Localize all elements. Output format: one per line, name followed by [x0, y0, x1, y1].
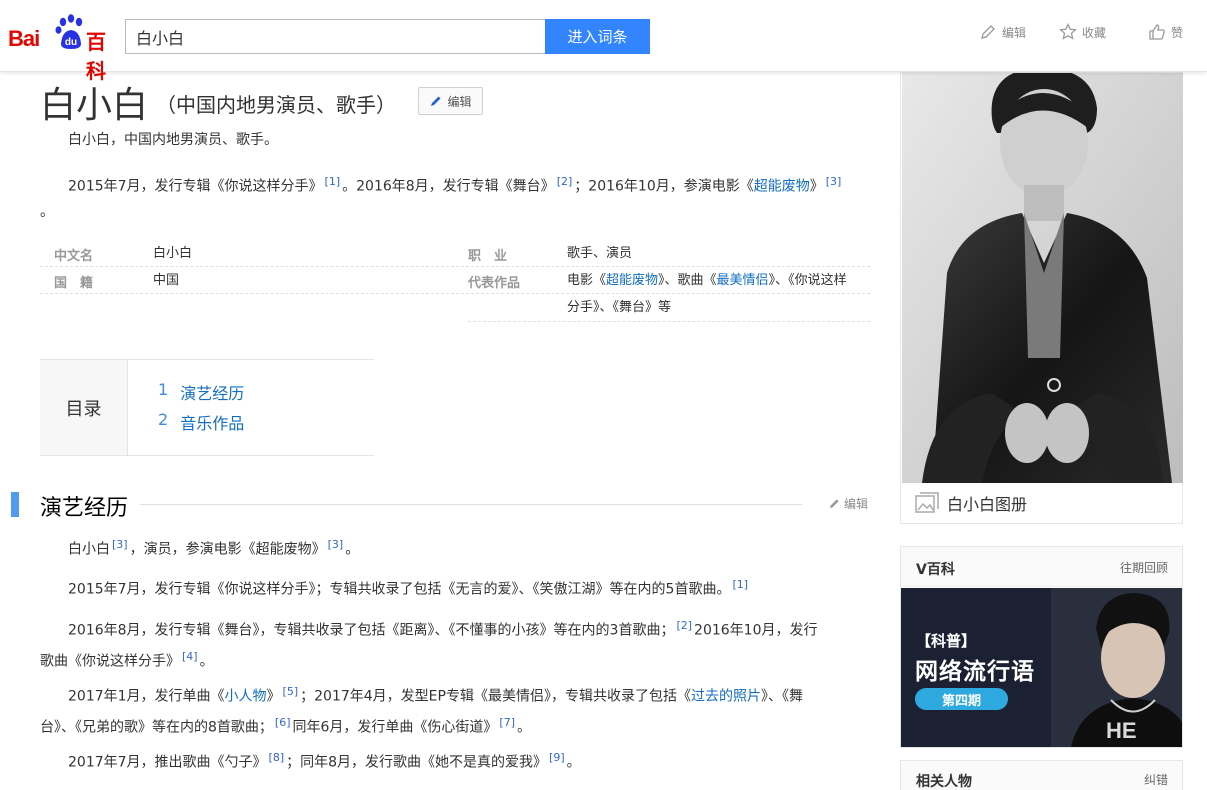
info-key-works: 代表作品	[468, 276, 521, 291]
summary-text: 。	[40, 203, 54, 220]
logo-bai-text: Bai	[8, 26, 40, 51]
title-edit-label: 编辑	[447, 94, 472, 109]
reference-link[interactable]: [1]	[732, 578, 748, 591]
edit-action-label: 编辑	[1002, 25, 1027, 40]
logo-baike-text: 百科	[86, 30, 106, 83]
like-action[interactable]: 赞	[1148, 20, 1183, 44]
thumbs-up-icon	[1149, 24, 1165, 40]
summary-picture-card[interactable]: 白小白图册	[900, 72, 1183, 524]
section-paragraph: 2016年8月，发行专辑《舞台》，专辑共收录了包括《距离》、《不懂事的小孩》等在…	[40, 619, 818, 670]
top-bar: Bai du 百科 进入词条 编辑 收藏 赞	[0, 0, 1207, 83]
reference-link[interactable]: [6]	[275, 716, 291, 729]
photo-album-icon	[915, 492, 939, 513]
vbaike-banner[interactable]: HE 【科普】 网络流行语 第四期	[901, 588, 1182, 747]
pencil-icon	[431, 96, 441, 106]
info-value-nationality: 中国	[153, 273, 180, 288]
info-row-works: 代表作品 电影《超能废物》、歌曲《最美情侣》、《你说这样 分手》、《舞台》等	[468, 267, 870, 322]
song-link[interactable]: 过去的照片	[691, 689, 761, 705]
enter-entry-button[interactable]: 进入词条	[545, 19, 650, 54]
like-action-label: 赞	[1171, 25, 1184, 40]
vbaike-past-issues-link[interactable]: 往期回顾	[1120, 559, 1168, 576]
catalog-item[interactable]: 2 音乐作品	[158, 410, 244, 434]
section-edit-button[interactable]: 编辑	[828, 495, 868, 512]
section-divider	[140, 504, 802, 505]
works-link-song[interactable]: 最美情侣	[717, 273, 769, 288]
portrait-photo[interactable]	[902, 73, 1183, 483]
summary-text: 》	[809, 178, 824, 195]
summary-text: 2015年7月，发行专辑《你说这样分手》	[68, 178, 323, 195]
section-title: 演艺经历	[40, 496, 129, 521]
paw-logo-icon: du	[55, 14, 83, 49]
info-value-chinese-name: 白小白	[153, 246, 193, 261]
info-key-chinese-name: 中文名	[54, 249, 94, 264]
summary-text: ；2016年10月，参演电影《	[574, 178, 754, 195]
reference-link[interactable]: [3]	[328, 538, 344, 551]
summary-paragraph-2: 2015年7月，发行专辑《你说这样分手》 [1] 。2016年8月，发行专辑《舞台》…	[40, 169, 870, 225]
svg-text:HE: HE	[1106, 718, 1137, 743]
search-input[interactable]	[125, 19, 546, 54]
reference-link[interactable]: [2]	[676, 619, 692, 632]
catalog-title: 目录	[40, 360, 128, 455]
reference-link[interactable]: [1]	[325, 175, 341, 188]
film-link[interactable]: 超能废物	[754, 179, 810, 195]
portrait-image	[902, 73, 1183, 483]
entry-subtitle: （中国内地男演员、歌手）	[156, 93, 396, 117]
summary-text: 白小白，中国内地男演员、歌手。	[68, 132, 278, 148]
reference-link[interactable]: [3]	[826, 175, 842, 188]
banner-tag: 【科普】	[916, 632, 977, 650]
info-key-occupation: 职 业	[468, 249, 508, 264]
edit-action[interactable]: 编辑	[979, 20, 1026, 44]
title-edit-button[interactable]: 编辑	[418, 87, 483, 115]
section-bar	[11, 492, 19, 517]
vbaike-card: V百科 往期回顾 HE 【科普】 网络流行语 第四期	[900, 546, 1183, 748]
info-value-occupation: 歌手、演员	[567, 246, 633, 261]
summary-text: 。2016年8月，发行专辑《舞台》	[342, 178, 555, 195]
section-paragraph: 2017年1月，发行单曲《小人物》 [5] ；2017年4月，发型EP专辑《最美情侣…	[40, 685, 803, 736]
vbaike-header: V百科 往期回顾	[901, 547, 1182, 587]
section-paragraph: 2015年7月，发行专辑《你说这样分手》；专辑共收录了包括《无言的爱》、《笑傲江…	[68, 578, 749, 598]
favorite-action-label: 收藏	[1082, 25, 1107, 40]
section-paragraph: 2017年7月，推出歌曲《勺子》 [8] ；同年8月，发行歌曲《她不是真的爱我》 [9…	[68, 751, 581, 771]
works-link-film[interactable]: 超能废物	[606, 273, 658, 288]
report-error-link[interactable]: 纠错	[1144, 771, 1168, 788]
catalog: 目录 1 演艺经历 2 音乐作品	[40, 359, 374, 456]
banner-issue-badge: 第四期	[915, 688, 1008, 710]
pencil-icon	[981, 25, 995, 39]
info-key-nationality: 国 籍	[54, 276, 94, 291]
logo-du-text: du	[65, 37, 77, 48]
vbaike-title: V百科	[916, 562, 955, 578]
reference-link[interactable]: [3]	[112, 538, 128, 551]
catalog-item[interactable]: 1 演艺经历	[158, 380, 244, 404]
info-row: 中文名 白小白 职 业 歌手、演员	[40, 240, 870, 267]
banner-headline: 网络流行语	[915, 659, 1035, 685]
related-title: 相关人物	[916, 774, 972, 790]
reference-link[interactable]: [7]	[499, 716, 515, 729]
section-paragraph: 白小白 [3] ，演员，参演电影《超能废物》 [3]。	[68, 538, 360, 558]
reference-link[interactable]: [4]	[182, 650, 198, 663]
star-icon	[1059, 23, 1077, 40]
favorite-action[interactable]: 收藏	[1059, 20, 1106, 44]
pencil-icon	[829, 499, 839, 509]
reference-link[interactable]: [5]	[283, 685, 299, 698]
info-value-works: 电影《超能废物》、歌曲《最美情侣》、《你说这样 分手》、《舞台》等	[567, 273, 847, 315]
album-label: 白小白图册	[947, 495, 1028, 514]
summary-paragraph-1: 白小白，中国内地男演员、歌手。	[40, 128, 870, 153]
reference-link[interactable]: [2]	[557, 175, 573, 188]
album-link[interactable]: 白小白图册	[901, 483, 1184, 523]
baidu-baike-logo[interactable]: Bai du 百科	[8, 14, 120, 83]
reference-link[interactable]: [8]	[269, 751, 285, 764]
reference-link[interactable]: [9]	[549, 751, 565, 764]
related-people-card: 相关人物 纠错	[900, 760, 1183, 790]
song-link[interactable]: 小人物	[225, 689, 267, 705]
